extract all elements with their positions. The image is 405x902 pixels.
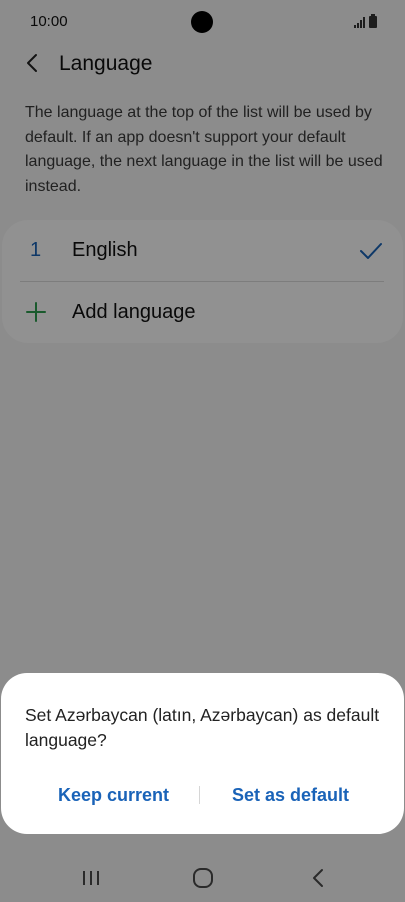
keep-current-button[interactable]: Keep current bbox=[58, 785, 169, 806]
navigation-bar bbox=[0, 852, 405, 902]
dialog-button-divider bbox=[199, 786, 200, 804]
home-icon[interactable] bbox=[192, 867, 214, 889]
dialog-message: Set Azərbaycan (latın, Azərbaycan) as de… bbox=[25, 705, 380, 750]
recent-apps-icon[interactable] bbox=[80, 868, 102, 888]
set-as-default-button[interactable]: Set as default bbox=[232, 785, 349, 806]
nav-back-icon[interactable] bbox=[309, 867, 327, 889]
default-language-dialog: Set Azərbaycan (latın, Azərbaycan) as de… bbox=[1, 673, 404, 834]
language-settings-screen: 10:00 Language The language at the top o… bbox=[0, 0, 405, 902]
